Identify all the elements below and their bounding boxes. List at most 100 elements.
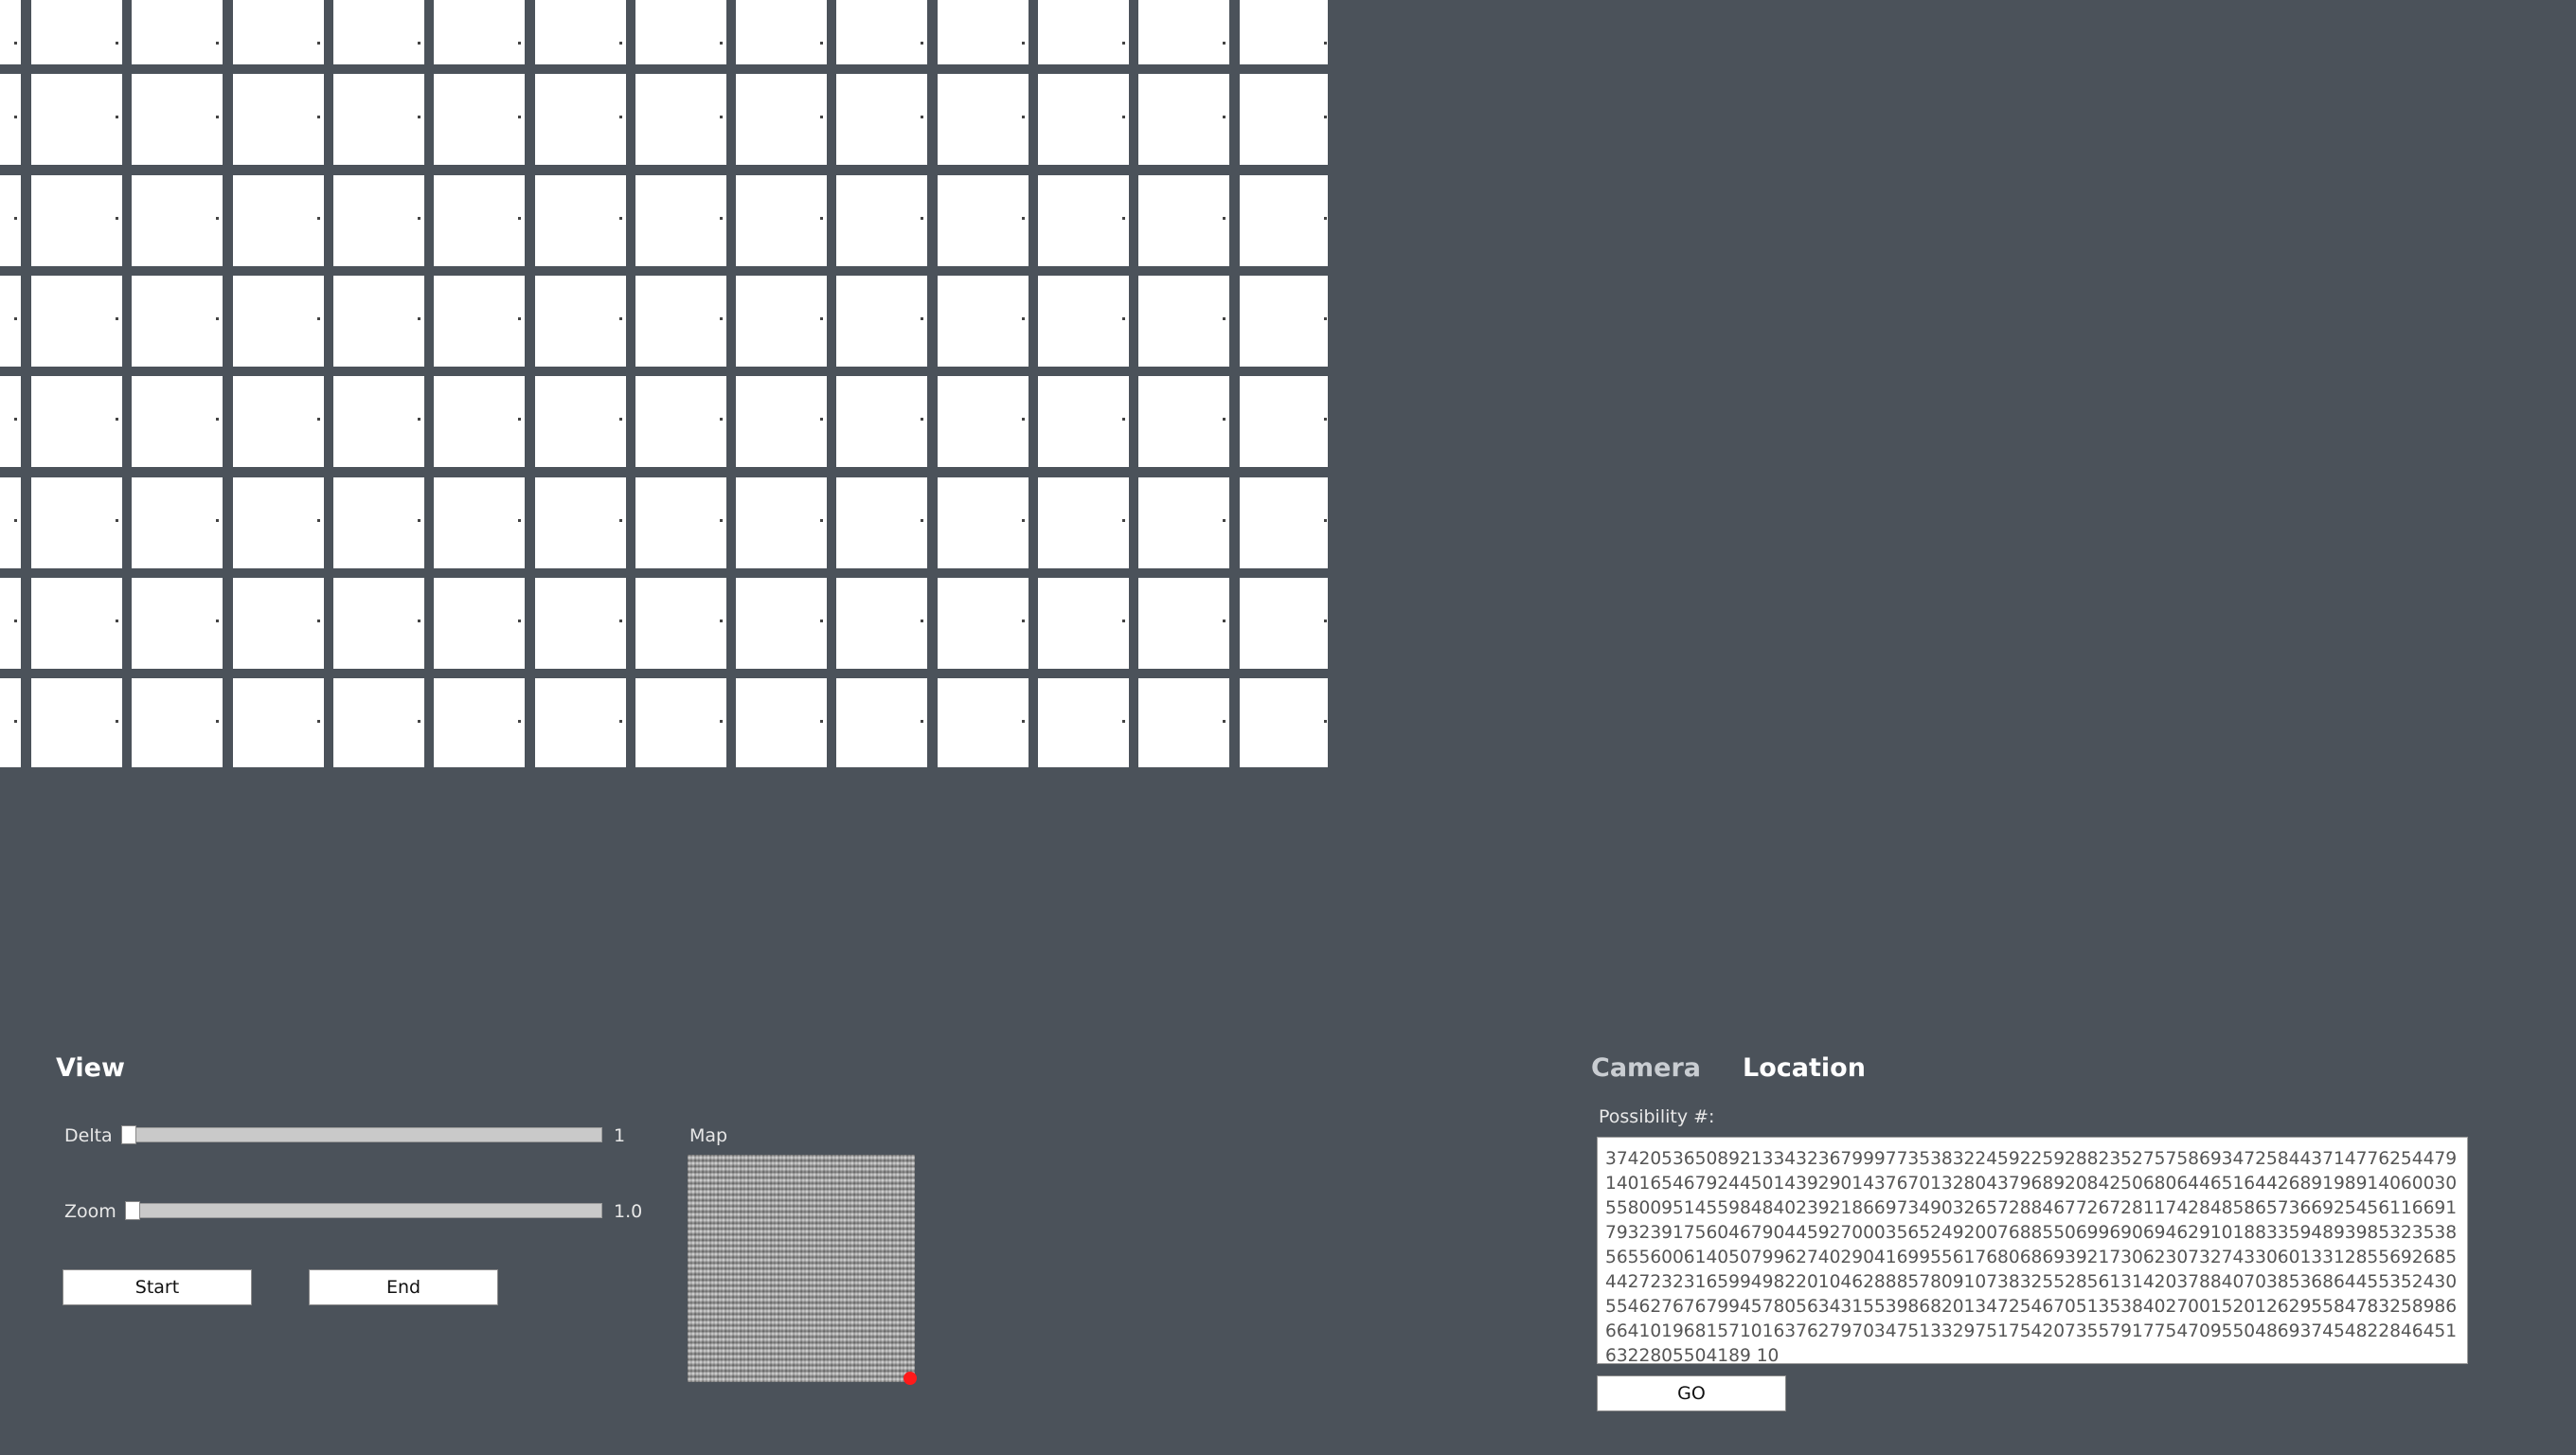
grid-cell: [31, 0, 122, 64]
zoom-label: Zoom: [64, 1201, 116, 1222]
possibility-textarea[interactable]: 3742053650892133432367999773538322459225…: [1597, 1137, 2468, 1364]
grid-cell: [1138, 578, 1229, 669]
grid-cell: [434, 175, 525, 266]
grid-cell: [1240, 477, 1328, 568]
grid-cell: [1038, 74, 1129, 165]
grid-cell: [0, 0, 21, 64]
zoom-slider-thumb[interactable]: [125, 1201, 140, 1220]
grid-cell: [736, 678, 827, 767]
delta-value: 1: [614, 1125, 626, 1146]
grid-cell: [635, 175, 726, 266]
possibility-label: Possibility #:: [1599, 1106, 1715, 1127]
delta-slider[interactable]: [121, 1127, 602, 1142]
grid-cell: [333, 74, 424, 165]
grid-cell: [31, 74, 122, 165]
grid-cell: [836, 678, 927, 767]
grid-cell: [132, 175, 223, 266]
grid-cell: [31, 276, 122, 367]
grid-cell: [1038, 376, 1129, 467]
grid-cell: [635, 578, 726, 669]
grid-cell: [333, 376, 424, 467]
grid-cell: [1038, 578, 1129, 669]
grid-cell: [736, 477, 827, 568]
grid-cell: [233, 74, 324, 165]
grid-cell: [31, 376, 122, 467]
grid-cell: [635, 678, 726, 767]
go-button[interactable]: GO: [1597, 1375, 1786, 1411]
grid-cell: [938, 376, 1029, 467]
minimap[interactable]: [688, 1155, 915, 1382]
grid-cell: [1138, 74, 1229, 165]
grid-cell: [535, 578, 626, 669]
grid-cell: [736, 376, 827, 467]
grid-cell: [836, 0, 927, 64]
grid-cell: [233, 578, 324, 669]
grid-cell: [31, 477, 122, 568]
grid-cell: [1138, 175, 1229, 266]
grid-cell: [938, 578, 1029, 669]
grid-cell: [333, 0, 424, 64]
tab-location[interactable]: Location: [1743, 1053, 1866, 1083]
grid-canvas[interactable]: [0, 0, 1328, 767]
map-label: Map: [689, 1125, 728, 1146]
grid-cell: [535, 175, 626, 266]
map-position-marker: [903, 1372, 917, 1385]
grid-cell: [132, 0, 223, 64]
grid-cell: [0, 74, 21, 165]
grid-cell: [132, 74, 223, 165]
grid-cell: [635, 376, 726, 467]
grid-cell: [132, 276, 223, 367]
grid-cell: [836, 578, 927, 669]
grid-cell: [938, 74, 1029, 165]
grid-cell: [233, 678, 324, 767]
grid-cell: [535, 0, 626, 64]
grid-cell: [233, 376, 324, 467]
grid-cell: [736, 578, 827, 669]
grid-cell: [333, 175, 424, 266]
grid-cell: [1138, 376, 1229, 467]
grid-cell: [434, 578, 525, 669]
grid-cell: [1240, 376, 1328, 467]
view-panel-title: View: [56, 1053, 125, 1083]
grid-cell: [836, 376, 927, 467]
grid-cell: [1240, 276, 1328, 367]
grid-cell: [1240, 678, 1328, 767]
grid-cell: [0, 578, 21, 669]
grid-cell: [635, 74, 726, 165]
grid-cell: [1038, 276, 1129, 367]
grid-cell: [132, 477, 223, 568]
grid-cell: [0, 477, 21, 568]
grid-cell: [535, 276, 626, 367]
grid-cell: [333, 578, 424, 669]
grid-cell: [836, 74, 927, 165]
grid-cell: [736, 74, 827, 165]
grid-cell: [233, 276, 324, 367]
grid-cell: [836, 477, 927, 568]
grid-cell: [1240, 175, 1328, 266]
delta-slider-thumb[interactable]: [121, 1125, 136, 1144]
grid-cell: [1038, 0, 1129, 64]
grid-cell: [1038, 175, 1129, 266]
tab-camera[interactable]: Camera: [1591, 1053, 1701, 1083]
grid-cell: [333, 477, 424, 568]
grid-cell: [938, 678, 1029, 767]
zoom-slider[interactable]: [125, 1203, 602, 1218]
grid-cell: [1240, 0, 1328, 64]
grid-cell: [434, 0, 525, 64]
grid-cell: [736, 276, 827, 367]
grid-cell: [1138, 276, 1229, 367]
grid-cell: [132, 678, 223, 767]
grid-cell: [535, 74, 626, 165]
grid-cell: [836, 175, 927, 266]
grid-cell: [31, 175, 122, 266]
grid-cell: [333, 678, 424, 767]
start-button[interactable]: Start: [63, 1269, 252, 1305]
grid-cell: [535, 678, 626, 767]
grid-cell: [434, 276, 525, 367]
grid-cell: [233, 175, 324, 266]
grid-cell: [1038, 678, 1129, 767]
grid-cell: [0, 276, 21, 367]
end-button[interactable]: End: [309, 1269, 498, 1305]
grid-cell: [1138, 0, 1229, 64]
grid-cell: [938, 477, 1029, 568]
